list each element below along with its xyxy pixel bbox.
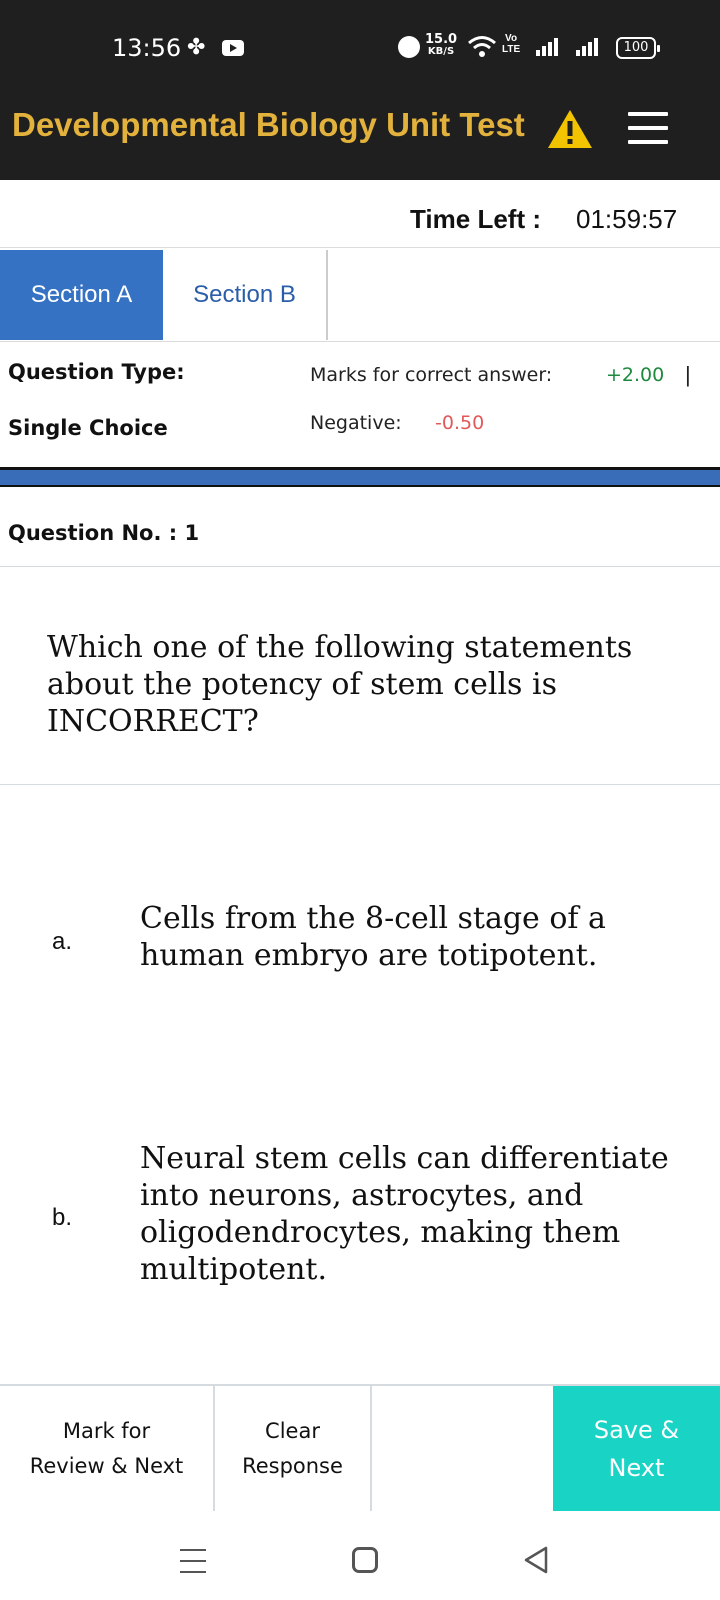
fan-icon: ✤	[187, 34, 206, 59]
network-speed-value: 15.0	[425, 32, 458, 47]
question-number-row: Question No. : 1	[0, 487, 720, 567]
timer-row: Time Left : 01:59:57	[0, 180, 720, 248]
mark-for-review-button[interactable]: Mark for Review & Next	[0, 1386, 215, 1511]
app-header: Developmental Biology Unit Test	[0, 70, 720, 180]
marks-value: +2.00	[606, 364, 665, 386]
signal-1-icon	[536, 38, 560, 56]
action-bar: Mark for Review & Next Clear Response Sa…	[0, 1384, 720, 1511]
save-line-2: Next	[608, 1453, 665, 1482]
battery-icon: 100	[616, 37, 660, 59]
section-tabs: Section A Section B	[0, 250, 720, 342]
section-divider-band	[0, 467, 720, 487]
question-block: Which one of the following statements ab…	[0, 567, 720, 785]
hamburger-menu-icon[interactable]	[628, 112, 668, 146]
clear-response-button[interactable]: Clear Response	[215, 1386, 372, 1511]
question-type-label: Question Type:	[8, 360, 185, 384]
review-line-2: Review & Next	[29, 1453, 184, 1478]
status-time: 13:56	[112, 34, 182, 62]
volte-top: Vo	[505, 33, 518, 44]
option-text: Neural stem cells can differentiate into…	[140, 1141, 669, 1287]
marks-separator: |	[685, 362, 691, 387]
wifi-icon	[468, 36, 496, 57]
marks-label: Marks for correct answer:	[310, 364, 553, 386]
alarm-icon	[398, 36, 420, 58]
volte-icon: Vo LTE	[502, 33, 520, 55]
question-text: Which one of the following statements ab…	[47, 630, 633, 739]
test-title: Developmental Biology Unit Test	[12, 106, 525, 143]
negative-label: Negative:	[310, 412, 402, 434]
question-number: Question No. : 1	[8, 521, 200, 545]
tab-section-a[interactable]: Section A	[0, 250, 163, 340]
timer-label: Time Left :	[410, 204, 541, 234]
option-letter: a.	[52, 928, 73, 955]
youtube-icon	[222, 40, 244, 56]
negative-value: -0.50	[435, 412, 485, 434]
review-line-1: Mark for	[62, 1418, 151, 1443]
back-icon[interactable]	[522, 1545, 550, 1575]
clear-line-2: Response	[242, 1453, 343, 1478]
status-bar: 13:56 ✤ 15.0 KB/S Vo LTE 100	[0, 0, 720, 70]
save-line-1: Save &	[593, 1415, 680, 1444]
home-icon[interactable]	[352, 1547, 378, 1573]
network-speed: 15.0 KB/S	[425, 32, 458, 58]
warning-triangle-icon[interactable]	[546, 108, 594, 150]
system-nav-bar	[0, 1511, 720, 1600]
option-letter: b.	[52, 1204, 73, 1231]
question-type-value: Single Choice	[8, 416, 168, 440]
tab-section-b[interactable]: Section B	[163, 250, 328, 340]
network-speed-unit: KB/S	[427, 46, 455, 57]
recents-icon[interactable]	[180, 1549, 206, 1573]
clear-line-1: Clear	[265, 1418, 320, 1443]
question-meta: Question Type: Single Choice Marks for c…	[0, 342, 720, 462]
timer-value: 01:59:57	[576, 204, 678, 234]
save-and-next-button[interactable]: Save & Next	[553, 1386, 720, 1511]
volte-bottom: LTE	[502, 44, 521, 55]
option-text: Cells from the 8-cell stage of a human e…	[140, 901, 606, 973]
signal-2-icon	[576, 38, 600, 56]
